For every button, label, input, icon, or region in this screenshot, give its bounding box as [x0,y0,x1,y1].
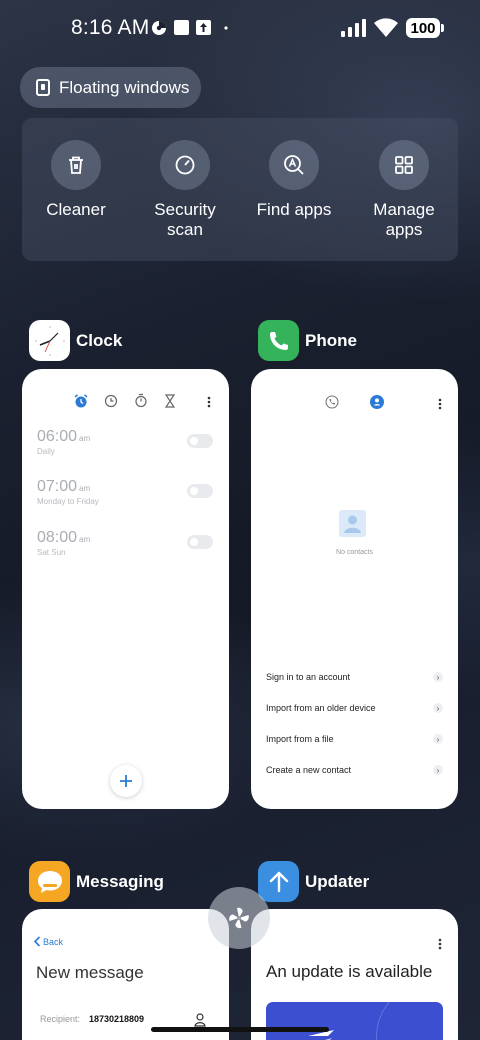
fan-icon [229,907,249,929]
notification-app-icon [152,21,166,35]
wifi-icon [374,18,398,37]
alarm-toggle[interactable] [187,484,213,498]
sign-in-account-item[interactable]: Sign in to an account › [266,669,443,685]
clock-app-header[interactable]: Clock [29,320,122,361]
phone-app-icon [258,320,299,361]
cleaner-label: Cleaner [46,200,106,219]
import-older-device-label: Import from an older device [266,703,376,713]
alarm-repeat: Monday to Friday [37,497,99,506]
floating-windows-label: Floating windows [59,77,190,97]
notification-square-icon [174,20,189,35]
alarm-time: 08:00 [37,529,78,546]
phone-app-card[interactable]: No contacts Sign in to an account › Impo… [251,369,458,809]
manage-apps-label: Manage apps [373,200,435,239]
updater-app-card[interactable]: An update is available [251,909,458,1040]
create-contact-item[interactable]: Create a new contact › [266,762,443,778]
world-clock-tab-icon[interactable] [104,394,118,408]
updater-app-name: Updater [305,871,370,891]
create-contact-label: Create a new contact [266,765,352,775]
alarm-time: 06:00 [37,428,78,445]
back-button[interactable]: Back [33,936,63,947]
trash-icon [69,156,83,174]
upload-notification-icon [196,20,211,35]
clock-app-name: Clock [76,330,123,350]
contact-picker-icon[interactable] [194,1013,206,1027]
security-scan-label: Security scan [154,200,216,239]
alarm-ampm: am [79,484,91,493]
sign-in-account-label: Sign in to an account [266,672,351,682]
import-file-label: Import from a file [266,734,334,744]
update-banner-image [266,1002,443,1040]
clock-tabs [22,393,229,409]
alarm-toggle[interactable] [187,535,213,549]
messaging-app-name: Messaging [76,871,164,891]
stopwatch-tab-icon[interactable] [134,393,148,408]
manage-apps-button[interactable]: Manage apps [359,140,449,240]
alarm-repeat: Sat Sun [37,548,66,557]
recipient-input[interactable]: 18730218809 [89,1014,144,1024]
alarm-ampm: am [79,535,91,544]
new-message-title: New message [36,963,144,982]
cleaner-button[interactable]: Cleaner [31,140,121,220]
more-icon[interactable] [438,938,442,950]
timer-tab-icon[interactable] [164,394,176,408]
clock-app-card[interactable]: 06:00 am Daily 07:00 am Monday to Friday 0… [22,369,229,809]
more-icon[interactable] [438,398,442,410]
chevron-right-icon: › [433,734,443,744]
phone-app-header[interactable]: Phone [258,320,357,361]
messaging-app-card[interactable]: Back New message Recipient: 18730218809 [22,909,229,1040]
dot-icon [224,26,228,30]
recipient-label: Recipient: [40,1014,81,1024]
alarm-ampm: am [79,434,91,443]
alarm-toggle[interactable] [187,434,213,448]
status-time: 8:16 AM [71,16,150,39]
messaging-app-icon [29,861,70,902]
status-bar: 8:16 AM 100 [0,0,480,56]
updater-app-header[interactable]: Updater [258,861,369,902]
alarm-time: 07:00 [37,478,78,495]
empty-contacts-icon [339,510,366,537]
alarm-repeat: Daily [37,447,55,456]
clear-all-button[interactable] [208,887,270,949]
chevron-right-icon: › [433,672,443,682]
add-alarm-button[interactable] [110,765,142,797]
grid-icon [395,156,413,174]
import-file-item[interactable]: Import from a file › [266,731,443,747]
security-scan-button[interactable]: Security scan [140,140,230,240]
back-label: Back [43,936,64,947]
alarm-tab-icon[interactable] [73,393,89,409]
find-apps-label: Find apps [256,200,332,219]
find-apps-button[interactable]: Find apps [249,140,339,220]
contacts-tab-icon[interactable] [370,395,384,409]
battery-indicator: 100 [406,18,444,38]
no-contacts-text: No contacts [336,549,373,556]
update-available-title: An update is available [266,962,433,981]
quick-tools-panel: Cleaner Security scan Find apps Manage a… [22,118,458,261]
chevron-right-icon: › [433,703,443,713]
import-older-device-item[interactable]: Import from an older device › [266,700,443,716]
phone-app-name: Phone [305,330,357,350]
home-indicator[interactable] [151,1027,329,1032]
chevron-left-icon [33,936,41,947]
plus-icon [120,775,132,787]
floating-window-icon [36,79,50,96]
messaging-app-header[interactable]: Messaging [29,861,164,902]
signal-icon [341,19,366,37]
floating-windows-button[interactable]: Floating windows [20,67,201,108]
recents-tab-icon[interactable] [325,395,339,409]
security-gauge-icon [175,155,195,175]
more-icon[interactable] [207,396,211,408]
clock-app-icon [29,320,70,361]
find-apps-icon [284,155,304,175]
updater-app-icon [258,861,299,902]
chevron-right-icon: › [433,765,443,775]
